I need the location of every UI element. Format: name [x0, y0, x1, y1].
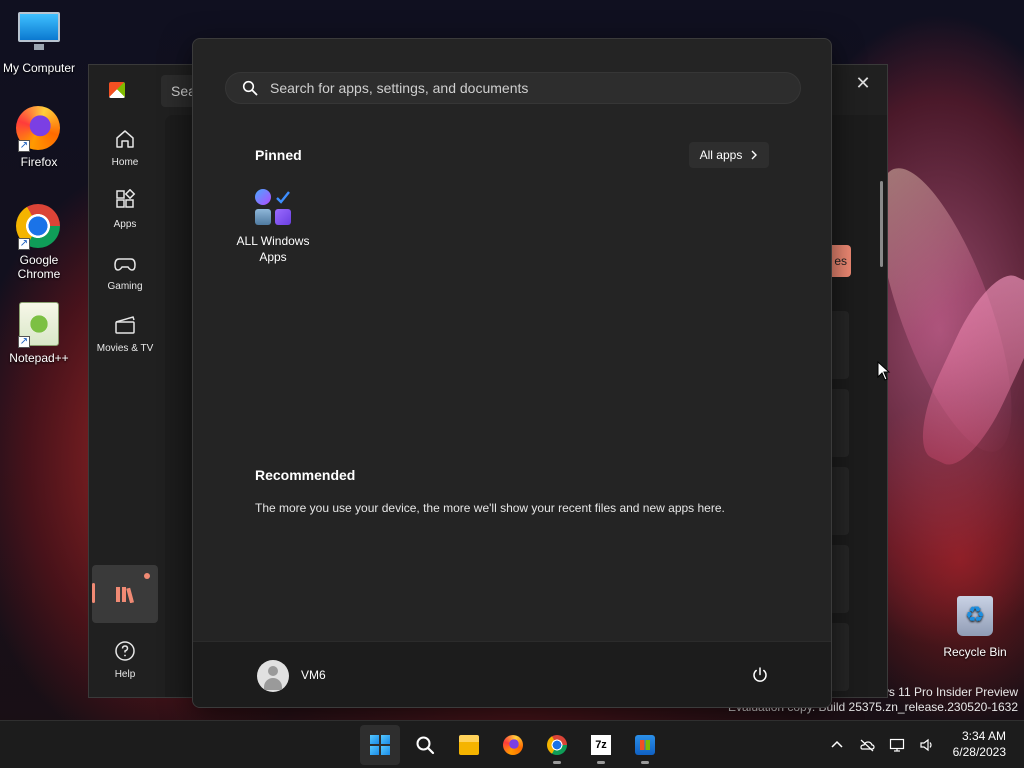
recycle-bin-icon [952, 596, 998, 642]
taskbar-start-button[interactable] [360, 725, 400, 765]
close-icon[interactable]: ✕ [851, 73, 875, 93]
windows-logo-icon [370, 735, 390, 755]
running-indicator [641, 761, 649, 764]
store-card[interactable] [829, 389, 849, 457]
recommended-empty-text: The more you use your device, the more w… [255, 501, 725, 515]
store-nav-label: Movies & TV [96, 343, 154, 354]
store-card[interactable] [829, 623, 849, 691]
pinned-app-label: ALL Windows Apps [236, 234, 310, 264]
volume-icon[interactable] [919, 737, 935, 753]
store-nav-label: Help [114, 669, 136, 680]
app-collection-icon [253, 187, 293, 227]
recommended-heading: Recommended [255, 467, 356, 483]
store-nav-label: Gaming [107, 281, 143, 292]
notepad-plus-plus-icon: ↗ [16, 302, 62, 348]
library-icon [116, 587, 135, 603]
apps-icon [116, 189, 136, 208]
taskbar-file-explorer[interactable] [449, 725, 489, 765]
search-icon [242, 80, 258, 96]
taskbar-7zip[interactable]: 7z [581, 725, 621, 765]
store-nav-movies-tv[interactable]: Movies & TV [89, 313, 161, 354]
desktop-icon-firefox[interactable]: ↗ Firefox [0, 106, 78, 169]
taskbar-chrome[interactable] [537, 725, 577, 765]
desktop-icon-label: Notepad++ [9, 351, 69, 365]
store-nav-label: Home [111, 157, 139, 168]
desktop-icon-label: Firefox [20, 155, 58, 169]
onedrive-offline-icon[interactable] [859, 737, 875, 753]
pinned-heading: Pinned [255, 147, 302, 163]
desktop-icon-label: Recycle Bin [943, 645, 1007, 659]
chevron-right-icon [751, 150, 758, 160]
all-apps-button[interactable]: All apps [689, 142, 769, 168]
desktop-icon-chrome[interactable]: ↗ Google Chrome [0, 204, 78, 281]
desktop-icon-label: My Computer [2, 61, 76, 75]
pinned-app-all-windows-apps[interactable]: ALL Windows Apps [229, 187, 317, 265]
running-indicator [597, 761, 605, 764]
all-apps-label: All apps [699, 148, 743, 162]
user-name[interactable]: VM6 [301, 668, 326, 682]
clapperboard-icon [115, 316, 135, 334]
shortcut-arrow-icon: ↗ [18, 238, 30, 250]
taskbar: 7z 3:34 AM 6/28/2023 [0, 720, 1024, 768]
help-icon [115, 641, 135, 661]
taskbar-microsoft-store[interactable] [625, 725, 665, 765]
store-card[interactable] [829, 545, 849, 613]
chrome-icon [547, 735, 567, 755]
desktop-icon-recycle-bin[interactable]: Recycle Bin [936, 596, 1014, 659]
taskbar-clock[interactable]: 3:34 AM 6/28/2023 [953, 728, 1006, 760]
store-nav-home[interactable]: Home [89, 127, 161, 168]
store-card[interactable] [829, 467, 849, 535]
desktop-icon-label: Google Chrome [17, 253, 61, 281]
firefox-icon [503, 735, 523, 755]
store-nav-help[interactable]: Help [89, 639, 161, 680]
store-nav-apps[interactable]: Apps [89, 189, 161, 230]
clock-date: 6/28/2023 [952, 745, 1006, 759]
home-icon [116, 130, 134, 148]
store-library-button[interactable] [92, 565, 158, 623]
desktop-icon-notepad-plus-plus[interactable]: ↗ Notepad++ [0, 302, 78, 365]
start-menu: Pinned All apps ALL Windows Apps Recomme… [192, 38, 832, 708]
firefox-icon: ↗ [16, 106, 62, 152]
chrome-icon: ↗ [16, 204, 62, 250]
scrollbar-thumb[interactable] [880, 181, 883, 267]
store-nav-label: Apps [113, 219, 137, 230]
clock-time: 3:34 AM [961, 729, 1006, 743]
shortcut-arrow-icon: ↗ [18, 336, 30, 348]
taskbar-search-button[interactable] [405, 725, 445, 765]
search-icon [416, 736, 435, 755]
notification-dot [144, 573, 150, 579]
store-sidebar: Home Apps Gaming Movies & TV Help [89, 65, 161, 697]
gamepad-icon [114, 258, 136, 271]
chevron-up-icon[interactable] [829, 737, 845, 753]
shortcut-arrow-icon: ↗ [18, 140, 30, 152]
start-search-input[interactable] [270, 80, 800, 96]
taskbar-firefox[interactable] [493, 725, 533, 765]
selection-indicator [92, 583, 95, 603]
desktop-icon-my-computer[interactable]: My Computer [0, 6, 78, 75]
start-search-box[interactable] [225, 72, 801, 104]
store-nav-gaming[interactable]: Gaming [89, 251, 161, 292]
store-icon [635, 735, 655, 755]
7zip-icon: 7z [591, 735, 611, 755]
start-menu-footer: VM6 [193, 641, 831, 707]
mouse-cursor-icon [877, 361, 891, 381]
power-icon[interactable] [751, 666, 769, 684]
store-card[interactable] [829, 311, 849, 379]
user-avatar-icon[interactable] [257, 660, 289, 692]
system-tray [822, 721, 942, 768]
running-indicator [553, 761, 561, 764]
folder-icon [459, 735, 479, 755]
network-icon[interactable] [889, 737, 905, 753]
monitor-icon [16, 12, 62, 58]
store-logo-icon [109, 82, 125, 98]
